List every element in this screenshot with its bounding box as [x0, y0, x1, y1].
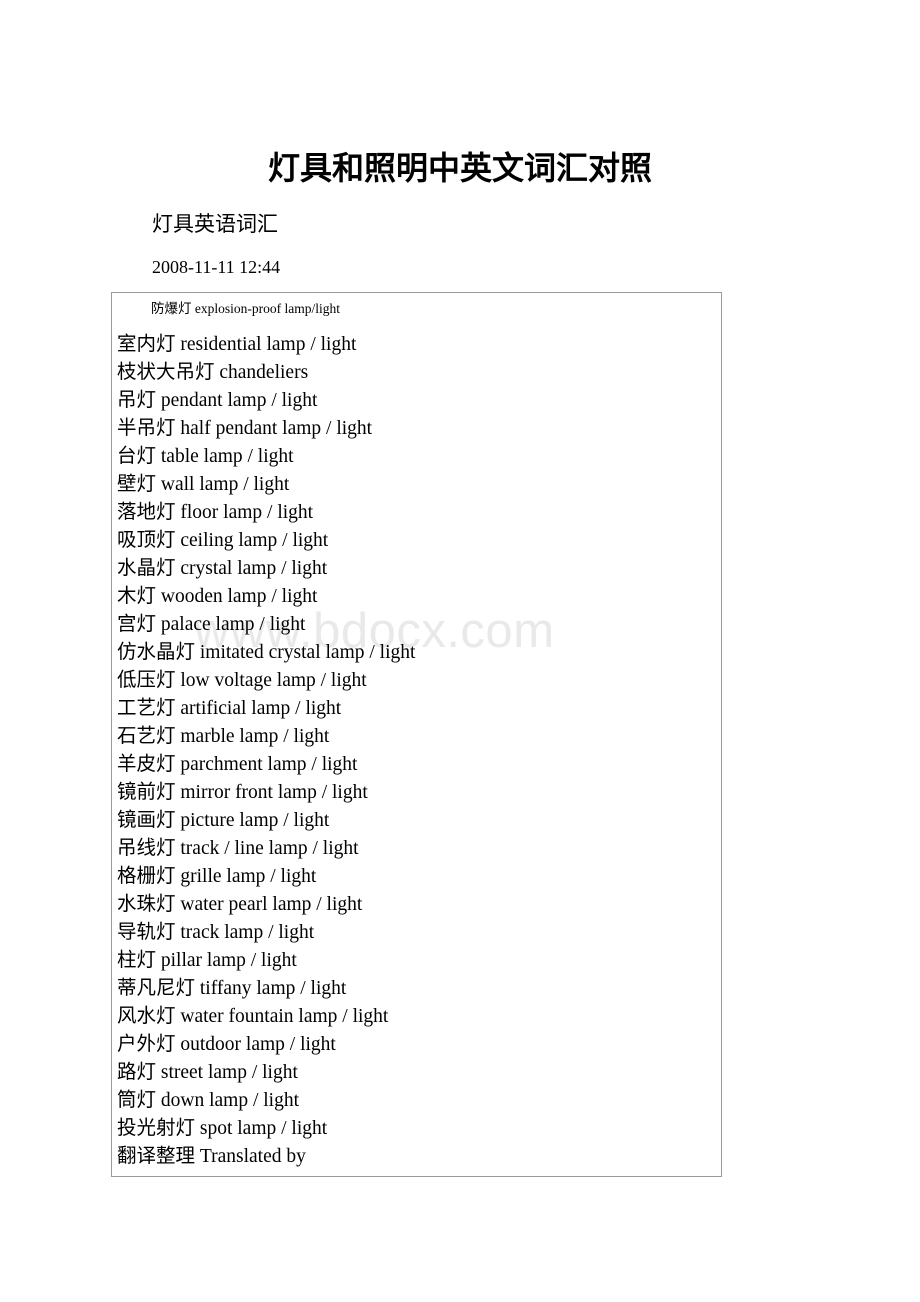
vocabulary-box: 防爆灯 explosion-proof lamp/light 室内灯 resid… — [111, 292, 722, 1177]
vocabulary-list: 室内灯 residential lamp / light 枝状大吊灯 chande… — [112, 331, 721, 1171]
vocabulary-entry: 户外灯 outdoor lamp / light — [117, 1034, 336, 1055]
vocabulary-entry: 低压灯 low voltage lamp / light — [117, 670, 367, 691]
vocabulary-entry: 导轨灯 track lamp / light — [117, 922, 315, 943]
vocabulary-entry: 格栅灯 grille lamp / light — [117, 866, 317, 887]
vocabulary-entry: 筒灯 down lamp / light — [117, 1090, 299, 1111]
vocabulary-entry: 半吊灯 half pendant lamp / light — [117, 418, 373, 439]
vocabulary-entry: 仿水晶灯 imitated crystal lamp / light — [117, 642, 416, 663]
vocabulary-entry: 投光射灯 spot lamp / light — [117, 1118, 328, 1139]
vocabulary-entry: 室内灯 residential lamp / light — [117, 334, 357, 355]
document-timestamp: 2008-11-11 12:44 — [152, 257, 281, 277]
vocabulary-entry: 翻译整理 Translated by — [117, 1146, 306, 1167]
vocabulary-entry: 水晶灯 crystal lamp / light — [117, 558, 328, 579]
vocabulary-entry: 风水灯 water fountain lamp / light — [117, 1006, 389, 1027]
vocabulary-entry: 路灯 street lamp / light — [117, 1062, 298, 1083]
vocabulary-entry: 镜画灯 picture lamp / light — [117, 810, 330, 831]
vocabulary-entry: 石艺灯 marble lamp / light — [117, 726, 330, 747]
document-page: 灯具和照明中英文词汇对照 灯具英语词汇 2008-11-11 12:44 www… — [0, 0, 920, 1302]
page-title: 灯具和照明中英文词汇对照 — [267, 150, 652, 186]
vocabulary-entry: 宫灯 palace lamp / light — [117, 614, 306, 635]
vocabulary-entry: 羊皮灯 parchment lamp / light — [117, 754, 358, 775]
document-subtitle: 灯具英语词汇 — [152, 212, 278, 236]
vocabulary-entry: 镜前灯 mirror front lamp / light — [117, 782, 368, 803]
vocabulary-entry: 蒂凡尼灯 tiffany lamp / light — [117, 978, 347, 999]
vocabulary-entry: 水珠灯 water pearl lamp / light — [117, 894, 363, 915]
vocabulary-entry: 吊灯 pendant lamp / light — [117, 390, 318, 411]
vocabulary-entry: 吊线灯 track / line lamp / light — [117, 838, 359, 859]
vocabulary-entry: 吸顶灯 ceiling lamp / light — [117, 530, 329, 551]
vocabulary-entry: 工艺灯 artificial lamp / light — [117, 698, 342, 719]
vocabulary-first-entry: 防爆灯 explosion-proof lamp/light — [151, 301, 340, 316]
vocabulary-entry: 柱灯 pillar lamp / light — [117, 950, 297, 971]
vocabulary-entry: 枝状大吊灯 chandeliers — [117, 362, 309, 383]
vocabulary-entry: 壁灯 wall lamp / light — [117, 474, 290, 495]
vocabulary-entry: 落地灯 floor lamp / light — [117, 502, 314, 523]
vocabulary-entry: 木灯 wooden lamp / light — [117, 586, 318, 607]
vocabulary-entry: 台灯 table lamp / light — [117, 446, 294, 467]
